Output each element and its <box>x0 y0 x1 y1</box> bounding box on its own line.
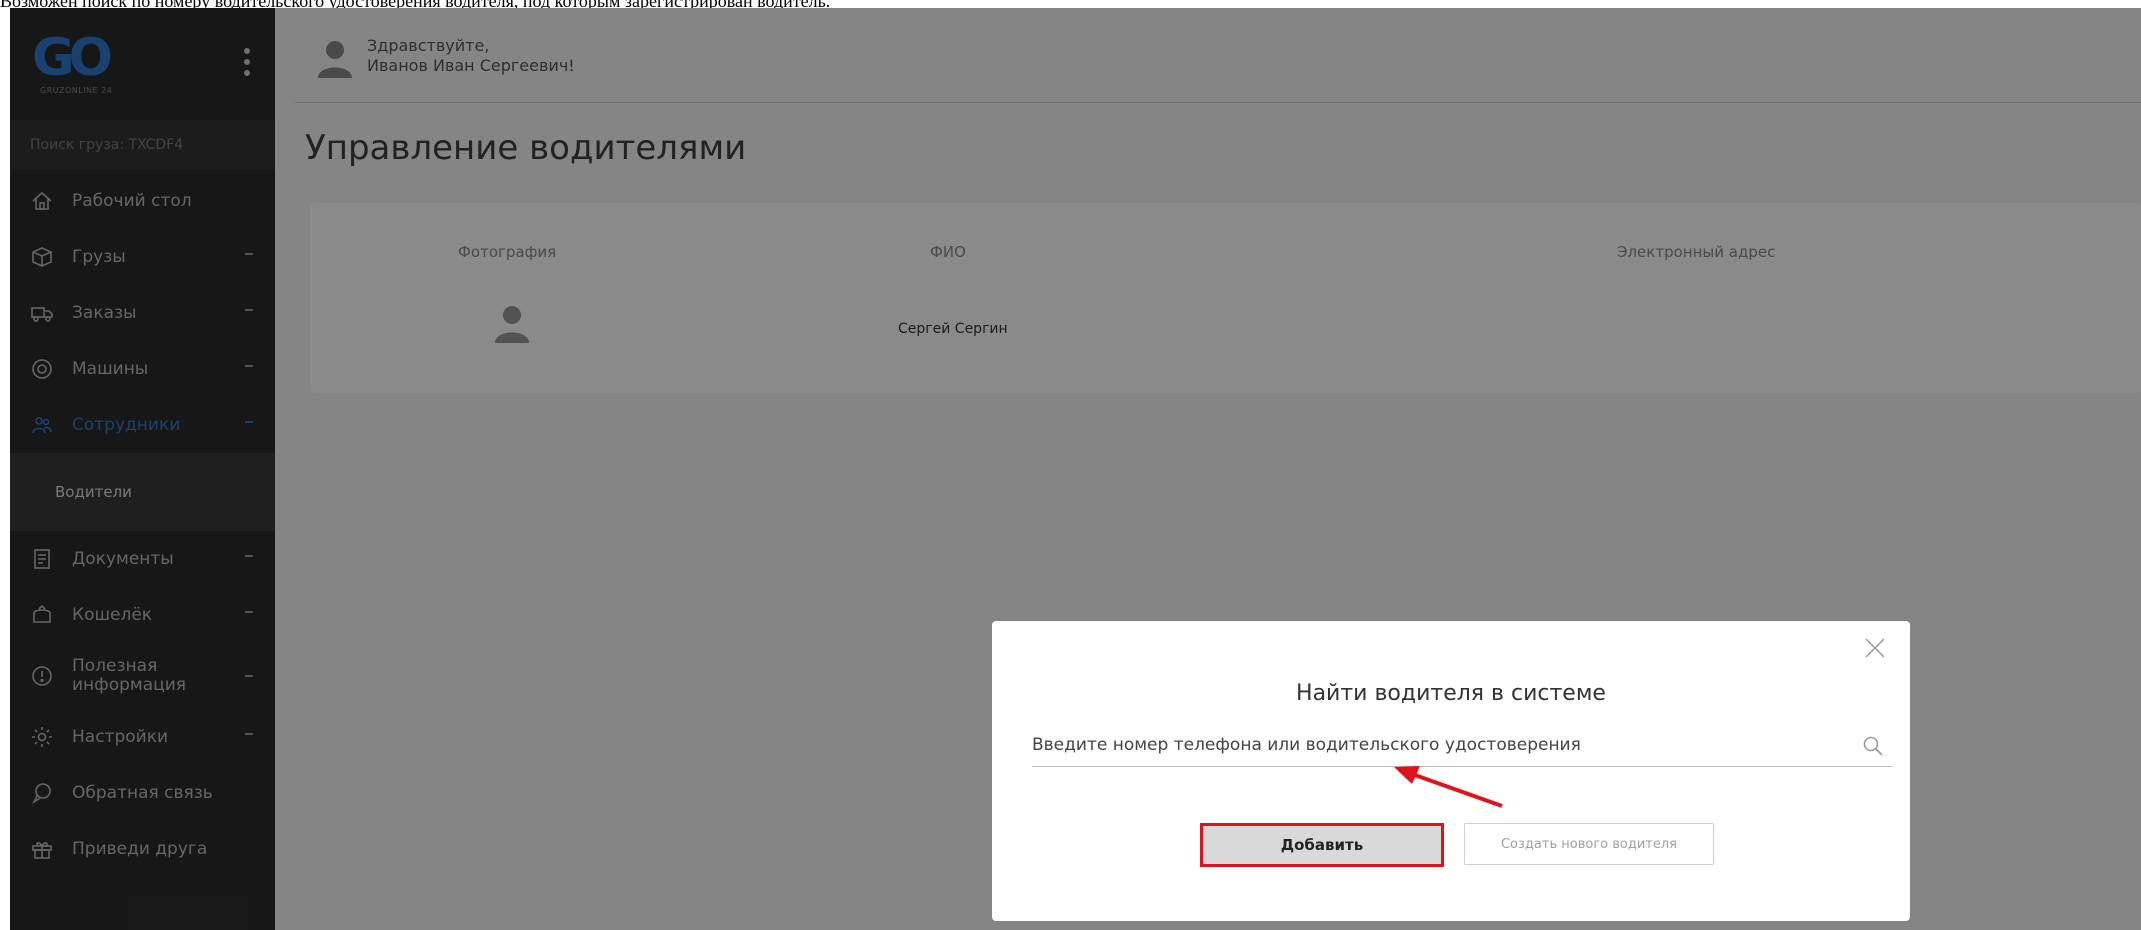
search-icon[interactable] <box>1862 735 1884 757</box>
app-window: GO GRUZONLINE 24 Рабочий стол Грузы <box>10 8 2141 930</box>
red-arrow-annotation <box>1394 766 1503 808</box>
create-new-driver-button[interactable]: Создать нового водителя <box>1464 823 1714 865</box>
modal-title: Найти водителя в системе <box>1296 681 1606 706</box>
add-button[interactable]: Добавить <box>1200 823 1444 867</box>
close-icon[interactable] <box>1862 635 1888 661</box>
